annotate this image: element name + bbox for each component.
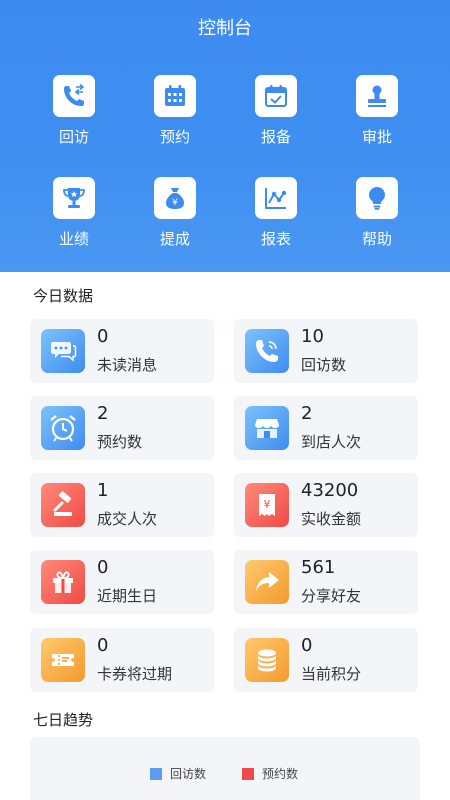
grid-item-report-filing[interactable]: 报备 bbox=[236, 75, 316, 147]
legend-label: 预约数 bbox=[262, 767, 299, 781]
alarm-clock-icon bbox=[41, 406, 85, 450]
grid-item-performance[interactable]: 业绩 bbox=[34, 177, 114, 249]
grid-label: 审批 bbox=[361, 128, 392, 146]
grid-item-reports[interactable]: 报表 bbox=[236, 177, 316, 249]
card-value: 2 bbox=[301, 403, 313, 424]
card-label: 分享好友 bbox=[301, 587, 362, 605]
card-value: 43200 bbox=[301, 480, 359, 501]
ticket-icon bbox=[41, 638, 85, 682]
calendar-check-icon bbox=[255, 75, 297, 117]
section-title-trend: 七日趋势 bbox=[33, 711, 94, 729]
store-icon bbox=[245, 406, 289, 450]
header: 控制台 回访 预约 报备 审批 业绩 ¥ 提成 报表 帮助 bbox=[0, 0, 450, 272]
money-bag-icon: ¥ bbox=[154, 177, 196, 219]
coin-stack-icon bbox=[245, 638, 289, 682]
share-arrow-icon bbox=[245, 560, 289, 604]
card-value: 0 bbox=[97, 635, 109, 656]
card-birthdays[interactable]: 0 近期生日 bbox=[30, 550, 214, 614]
card-label: 实收金额 bbox=[301, 510, 362, 528]
card-store-visits[interactable]: 2 到店人次 bbox=[234, 396, 418, 460]
phone-icon bbox=[245, 329, 289, 373]
grid-label: 预约 bbox=[159, 128, 190, 146]
calendar-grid-icon bbox=[154, 75, 196, 117]
card-expiring-coupons[interactable]: 0 卡券将过期 bbox=[30, 628, 214, 692]
card-label: 成交人次 bbox=[97, 510, 158, 528]
gift-icon bbox=[41, 560, 85, 604]
lightbulb-icon bbox=[356, 177, 398, 219]
svg-text:¥: ¥ bbox=[172, 198, 178, 208]
card-points[interactable]: 0 当前积分 bbox=[234, 628, 418, 692]
card-appointments[interactable]: 2 预约数 bbox=[30, 396, 214, 460]
svg-text:¥: ¥ bbox=[264, 498, 271, 511]
trophy-icon bbox=[53, 177, 95, 219]
card-value: 0 bbox=[97, 326, 109, 347]
card-callbacks[interactable]: 10 回访数 bbox=[234, 319, 418, 383]
grid-item-appointment[interactable]: 预约 bbox=[135, 75, 215, 147]
card-unread-messages[interactable]: 0 未读消息 bbox=[30, 319, 214, 383]
stamp-icon bbox=[356, 75, 398, 117]
gavel-icon bbox=[41, 483, 85, 527]
card-received-amount[interactable]: ¥ 43200 实收金额 bbox=[234, 473, 418, 537]
card-value: 561 bbox=[301, 557, 336, 578]
grid-item-commission[interactable]: ¥ 提成 bbox=[135, 177, 215, 249]
card-label: 回访数 bbox=[301, 356, 347, 374]
card-value: 2 bbox=[97, 403, 109, 424]
grid-item-approval[interactable]: 审批 bbox=[337, 75, 417, 147]
card-label: 卡券将过期 bbox=[97, 665, 173, 683]
section-title-today: 今日数据 bbox=[33, 287, 94, 305]
grid-label: 报备 bbox=[260, 128, 291, 146]
grid-item-help[interactable]: 帮助 bbox=[337, 177, 417, 249]
grid-label: 提成 bbox=[159, 230, 190, 248]
grid-item-callback[interactable]: 回访 bbox=[34, 75, 114, 147]
line-chart-icon bbox=[255, 177, 297, 219]
yuan-receipt-icon: ¥ bbox=[245, 483, 289, 527]
page-title: 控制台 bbox=[198, 18, 252, 39]
legend-item-appointments[interactable]: 预约数 bbox=[242, 765, 298, 782]
grid-label: 帮助 bbox=[361, 230, 392, 248]
card-value: 0 bbox=[97, 557, 109, 578]
card-value: 10 bbox=[301, 326, 324, 347]
card-value: 0 bbox=[301, 635, 313, 656]
grid-label: 报表 bbox=[260, 230, 291, 248]
legend-label: 回访数 bbox=[170, 767, 207, 781]
legend-item-callbacks[interactable]: 回访数 bbox=[150, 765, 206, 782]
legend-swatch bbox=[242, 767, 254, 780]
legend-swatch bbox=[150, 767, 162, 780]
chat-bubbles-icon bbox=[41, 329, 85, 373]
card-label: 近期生日 bbox=[97, 587, 158, 605]
trend-chart: 回访数 预约数 bbox=[30, 737, 420, 800]
card-label: 预约数 bbox=[97, 433, 143, 451]
card-label: 到店人次 bbox=[301, 433, 362, 451]
grid-label: 业绩 bbox=[58, 230, 89, 248]
phone-callback-icon bbox=[53, 75, 95, 117]
card-value: 1 bbox=[97, 480, 109, 501]
grid-label: 回访 bbox=[58, 128, 89, 146]
card-deals[interactable]: 1 成交人次 bbox=[30, 473, 214, 537]
card-shared-friends[interactable]: 561 分享好友 bbox=[234, 550, 418, 614]
card-label: 未读消息 bbox=[97, 356, 158, 374]
card-label: 当前积分 bbox=[301, 665, 362, 683]
